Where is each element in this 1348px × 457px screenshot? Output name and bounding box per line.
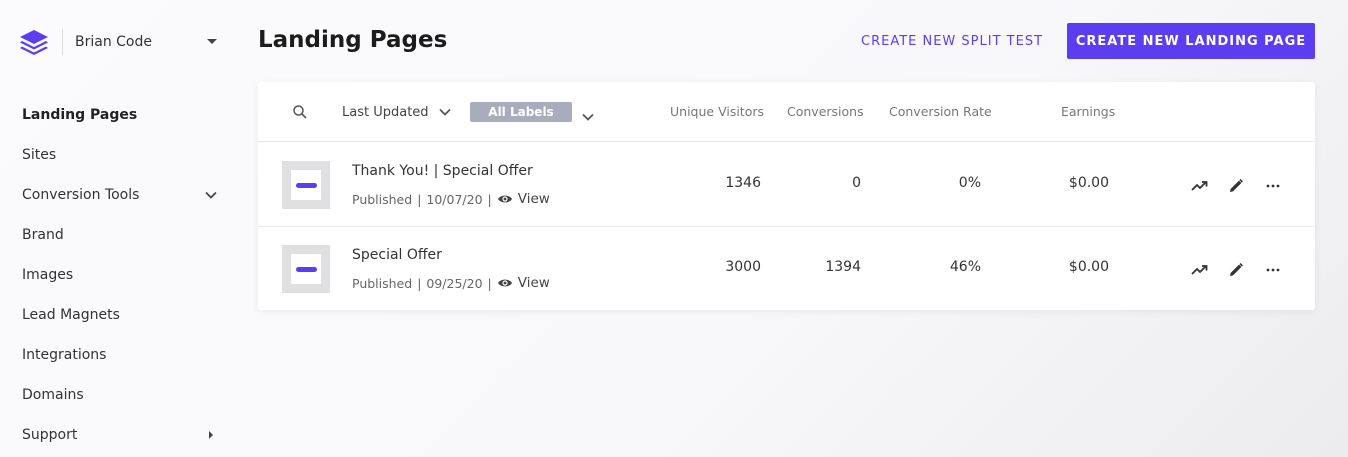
chevron-down-icon: [204, 188, 218, 202]
view-link[interactable]: View: [497, 275, 550, 291]
column-header-conversions[interactable]: Conversions: [787, 104, 864, 119]
account-name: Brian Code: [75, 34, 152, 50]
chevron-down-icon: [438, 106, 451, 118]
table-row: Thank You! | Special Offer Published | 1…: [258, 143, 1315, 227]
divider: [62, 29, 63, 55]
page-title: Landing Pages: [258, 27, 448, 53]
view-label: View: [517, 275, 550, 291]
view-label: View: [517, 191, 550, 207]
sidebar-item-brand[interactable]: Brand: [22, 215, 218, 255]
sidebar-item-label: Domains: [22, 387, 84, 403]
sidebar-item-label: Integrations: [22, 347, 107, 363]
earnings-value: $0.00: [1068, 175, 1109, 191]
create-landing-page-button[interactable]: CREATE NEW LANDING PAGE: [1067, 23, 1315, 59]
sidebar-item-label: Images: [22, 267, 74, 283]
create-split-test-button[interactable]: CREATE NEW SPLIT TEST: [852, 24, 1052, 58]
more-horizontal-icon[interactable]: [1264, 261, 1282, 279]
sidebar-item-label: Lead Magnets: [22, 307, 120, 323]
sort-select-label: Last Updated: [342, 104, 429, 120]
page-meta: Published | 10/07/20 | View: [352, 191, 550, 207]
column-header-conversion-rate[interactable]: Conversion Rate: [889, 104, 992, 119]
page-meta: Published | 09/25/20 | View: [352, 275, 550, 291]
sidebar-item-label: Conversion Tools: [22, 187, 140, 203]
unique-visitors-value: 1346: [725, 175, 761, 191]
sort-select[interactable]: Last Updated: [342, 102, 451, 122]
page-thumbnail[interactable]: [282, 161, 330, 209]
status-text: Published: [352, 191, 413, 207]
unique-visitors-value: 3000: [725, 259, 761, 275]
conversions-value: 0: [852, 175, 861, 191]
earnings-value: $0.00: [1068, 259, 1109, 275]
page-thumbnail[interactable]: [282, 245, 330, 293]
date-text: 10/07/20: [426, 191, 483, 207]
search-icon[interactable]: [292, 104, 308, 120]
conversions-value: 1394: [825, 259, 861, 275]
trending-up-icon[interactable]: [1191, 261, 1209, 279]
sidebar-item-label: Sites: [22, 147, 57, 163]
account-switcher[interactable]: Brian Code: [18, 26, 218, 58]
caret-down-icon: [206, 36, 218, 48]
date-text: 09/25/20: [426, 275, 483, 291]
eye-icon: [497, 193, 513, 205]
sidebar-item-images[interactable]: Images: [22, 255, 218, 295]
status-text: Published: [352, 275, 413, 291]
conversion-rate-value: 46%: [949, 259, 981, 275]
layers-logo-icon: [18, 26, 50, 58]
chevron-down-icon[interactable]: [582, 106, 594, 121]
sidebar-item-label: Brand: [22, 227, 64, 243]
sidebar-item-label: Support: [22, 427, 78, 443]
column-header-earnings[interactable]: Earnings: [1061, 104, 1115, 119]
label-filter-chip[interactable]: All Labels: [470, 102, 572, 122]
sidebar-item-landing-pages[interactable]: Landing Pages: [22, 95, 218, 135]
landing-pages-table: Last Updated All Labels Unique Visitors …: [258, 82, 1315, 310]
sidebar-item-label: Landing Pages: [22, 107, 138, 123]
sidebar-item-integrations[interactable]: Integrations: [22, 335, 218, 375]
sidebar-item-support[interactable]: Support: [22, 415, 218, 455]
pencil-icon[interactable]: [1227, 177, 1245, 195]
page-title-link[interactable]: Special Offer: [352, 247, 442, 263]
table-toolbar: Last Updated All Labels Unique Visitors …: [258, 82, 1315, 142]
trending-up-icon[interactable]: [1191, 177, 1209, 195]
sidebar-item-domains[interactable]: Domains: [22, 375, 218, 415]
caret-right-icon: [204, 428, 218, 442]
sidebar-nav: Landing Pages Sites Conversion Tools Bra…: [22, 95, 218, 455]
eye-icon: [497, 277, 513, 289]
conversion-rate-value: 0%: [958, 175, 981, 191]
sidebar-item-sites[interactable]: Sites: [22, 135, 218, 175]
view-link[interactable]: View: [497, 191, 550, 207]
more-horizontal-icon[interactable]: [1264, 177, 1282, 195]
column-header-unique-visitors[interactable]: Unique Visitors: [670, 104, 764, 119]
sidebar-item-conversion-tools[interactable]: Conversion Tools: [22, 175, 218, 215]
sidebar: Brian Code Landing Pages Sites Conversio…: [0, 0, 232, 457]
sidebar-item-lead-magnets[interactable]: Lead Magnets: [22, 295, 218, 335]
page-title-link[interactable]: Thank You! | Special Offer: [352, 163, 533, 179]
table-row: Special Offer Published | 09/25/20 | Vie…: [258, 227, 1315, 311]
pencil-icon[interactable]: [1227, 261, 1245, 279]
